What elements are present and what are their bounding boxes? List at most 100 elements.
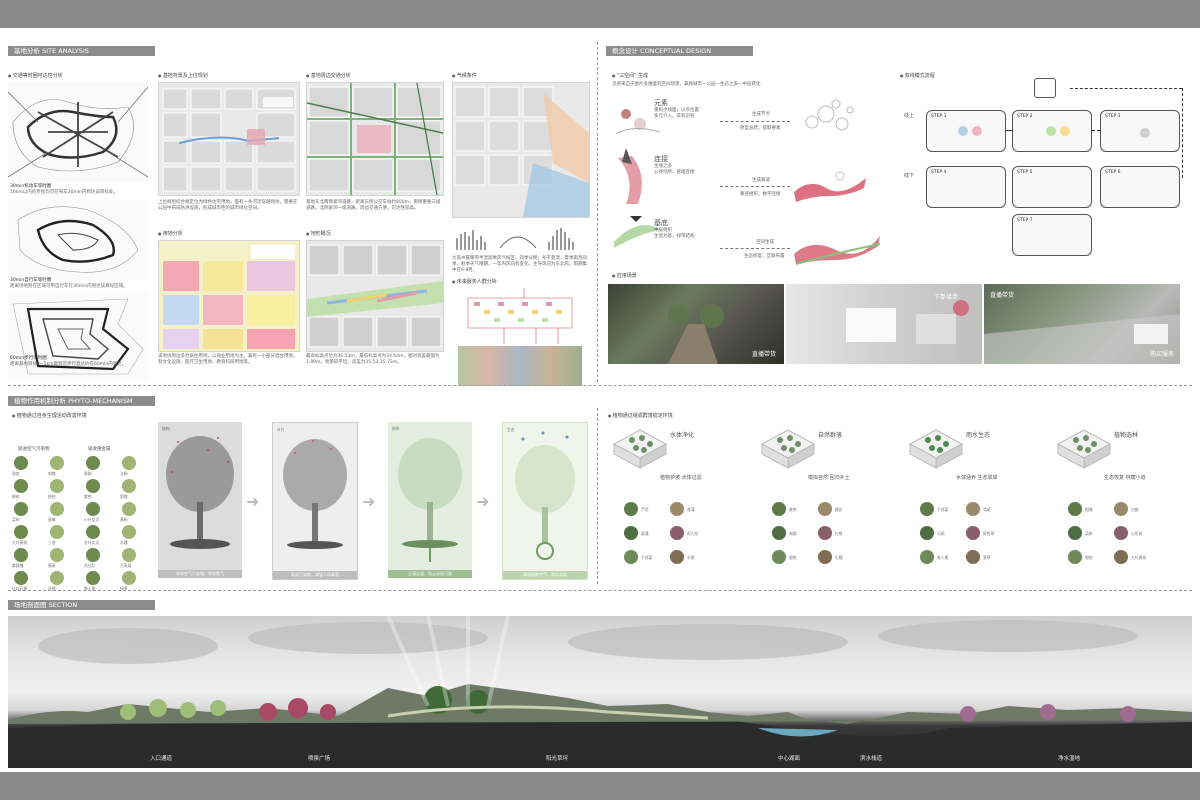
plant-label: 臭椿 <box>48 517 56 522</box>
process-arrow-2: ➜ <box>362 492 376 511</box>
plant-photo <box>122 479 136 493</box>
scene-photo-2: 下单接单 <box>786 284 982 364</box>
phyto-right-title: 植物通过组成群落稳定环境 <box>608 412 673 419</box>
plant-label: 香蒲 <box>687 507 695 512</box>
elem1-bubbles <box>800 96 860 140</box>
iso3-text: 距离基地目标3~5km即到可步行直达约在60min内到达。 <box>10 362 127 367</box>
scene-photo-3: 直播带货 购买服务 <box>984 284 1180 364</box>
plant-photo <box>14 525 28 539</box>
tree-card-3: 根系 土壤过滤，防止水质污染 <box>388 422 472 578</box>
isochrone-title: 交通等时圈可达性分析 <box>8 72 63 79</box>
plant-photo <box>772 550 786 564</box>
step1-icon <box>958 126 968 136</box>
step2-icon-2 <box>1060 126 1070 136</box>
plant-label: 连翘 <box>48 586 56 591</box>
plant-photo <box>920 526 934 540</box>
divider-horizontal-2 <box>8 590 1192 591</box>
plant-label: 黄杨 <box>120 517 128 522</box>
plant-photo <box>50 456 64 470</box>
plant-photo <box>86 456 100 470</box>
plant-photo <box>14 456 28 470</box>
elem3-arrow-label: 空间生成 <box>756 240 774 245</box>
section-label-3: 阳光草坪 <box>546 756 569 762</box>
step-6-label: STEP 6 <box>1105 170 1121 175</box>
plant-photo <box>670 550 684 564</box>
elem3-sub: 中层组织 生境为基，绿带结构 <box>654 228 695 239</box>
plant-photo <box>14 548 28 562</box>
plant-photo <box>86 525 100 539</box>
elem3-arrow <box>720 248 790 249</box>
plant-label: 蜀葵 <box>48 563 56 568</box>
iso-block-illustration <box>908 426 964 476</box>
plant-photo <box>1068 502 1082 516</box>
tree-caption-1: 吸收空气污染物，释放氧气 <box>158 570 242 578</box>
scene-photo-1: 直播带货 <box>608 284 784 364</box>
plant-label: 栾树 <box>1085 531 1093 536</box>
plant-label: 国槐 <box>1085 507 1093 512</box>
iso-title: 雨水生态 <box>966 432 991 439</box>
plant-label: 垂柳 <box>84 471 92 476</box>
plant-photo <box>670 502 684 516</box>
plant-label: 紫穗槐 <box>12 563 24 568</box>
plant-photo <box>122 502 136 516</box>
plant-photo <box>670 526 684 540</box>
process-arrow-1: ➜ <box>246 492 260 511</box>
step-4-label: STEP 4 <box>931 170 947 175</box>
plant-label: 栾树 <box>12 517 20 522</box>
flow-loop <box>1182 88 1183 178</box>
plant-label: 凤仙花 <box>84 563 96 568</box>
iso-subtitle: 植物护坡 水体过滤 <box>660 475 702 481</box>
plant-label: 刺槐 <box>48 471 56 476</box>
scene-label-3: 直播带货 <box>990 292 1015 299</box>
flow-arrow-1 <box>1006 130 1012 131</box>
elem1-note: 原型总结，提取要素 <box>740 126 781 131</box>
terrain-map <box>306 240 444 352</box>
terrain-title: 地形概况 <box>306 230 331 237</box>
elem2-title: 连接 <box>654 155 668 163</box>
plant-photo <box>14 479 28 493</box>
climate-map <box>452 82 590 218</box>
landuse-title: 用地分析 <box>158 230 183 237</box>
elem2-arrow <box>720 186 790 187</box>
section-drawing: 入口通道 喷泉广场 阳光草坪 中心湖面 滨水栈道 净水湿地 <box>8 616 1192 768</box>
plant-photo <box>966 550 980 564</box>
isochrone-map-1 <box>8 82 148 182</box>
climate-title: 气候条件 <box>452 72 477 79</box>
poster-board: 基地分析 SITE ANALYSIS 交通等时圈可达性分析 30min机动车等时… <box>0 28 1200 772</box>
plant-label: 紫荆 <box>789 507 797 512</box>
plant-label: 小叶女贞 <box>84 517 100 522</box>
elem1-arrow <box>720 121 790 122</box>
iso2-text: 距离场地所在区域可用自行车在30min内到达该目标区域。 <box>10 284 128 289</box>
plant-label: 美人蕉 <box>937 555 949 560</box>
tree-label-2: 叶片 <box>277 427 285 432</box>
plant-label: 银杏 <box>12 471 20 476</box>
step-3-label: STEP 3 <box>1105 114 1121 119</box>
plant-label: 国槐 <box>120 494 128 499</box>
iso1-text: 16km以内的步程均可在驾车30min内到达该目标处。 <box>10 190 118 195</box>
plant-photo <box>122 525 136 539</box>
plant-photo <box>14 571 28 585</box>
background-text: 上位规划综合规定位为绿色住宅用地，面有一条河流穿越场地，需要在公园中布局防洪设施… <box>158 200 298 211</box>
plant-label: 火炬树 <box>1131 531 1143 536</box>
landuse-text: 该地块周边多为居住用地，以商业用地为主，兼有一小部分混合用地。有文化设施、医疗卫… <box>158 354 298 365</box>
elem2-sub: 生线之多 公共场所，管理连接 <box>654 164 695 175</box>
plant-photo <box>818 526 832 540</box>
col1-label: 吸收空气污染物 <box>18 447 50 452</box>
plant-photo <box>1068 550 1082 564</box>
plant-label: 美人蕉 <box>84 586 96 591</box>
plant-label: 菖蒲 <box>641 531 649 536</box>
plant-label: 红枫 <box>835 531 843 536</box>
plant-photo <box>818 502 832 516</box>
tree-label-4: 生态 <box>507 427 515 432</box>
phyto-header: 植物作用机制分析 PHYTO-MECHANISM <box>8 396 155 406</box>
background-map <box>158 82 300 196</box>
three-space-text: 灵感来自于图片多维度的空间场景，兼顾城市—公园—生态之多—中层转化 <box>612 82 761 87</box>
plant-photo <box>50 548 64 562</box>
step-4-box: STEP 4 <box>926 166 1006 208</box>
dual-title: 双线模式流程 <box>900 72 935 79</box>
flow-arrow-2 <box>1092 130 1100 131</box>
step1-icon-2 <box>972 126 982 136</box>
plant-label: 大叶黄杨 <box>12 540 28 545</box>
plant-photo <box>86 479 100 493</box>
elem3-ribbon <box>792 224 882 268</box>
